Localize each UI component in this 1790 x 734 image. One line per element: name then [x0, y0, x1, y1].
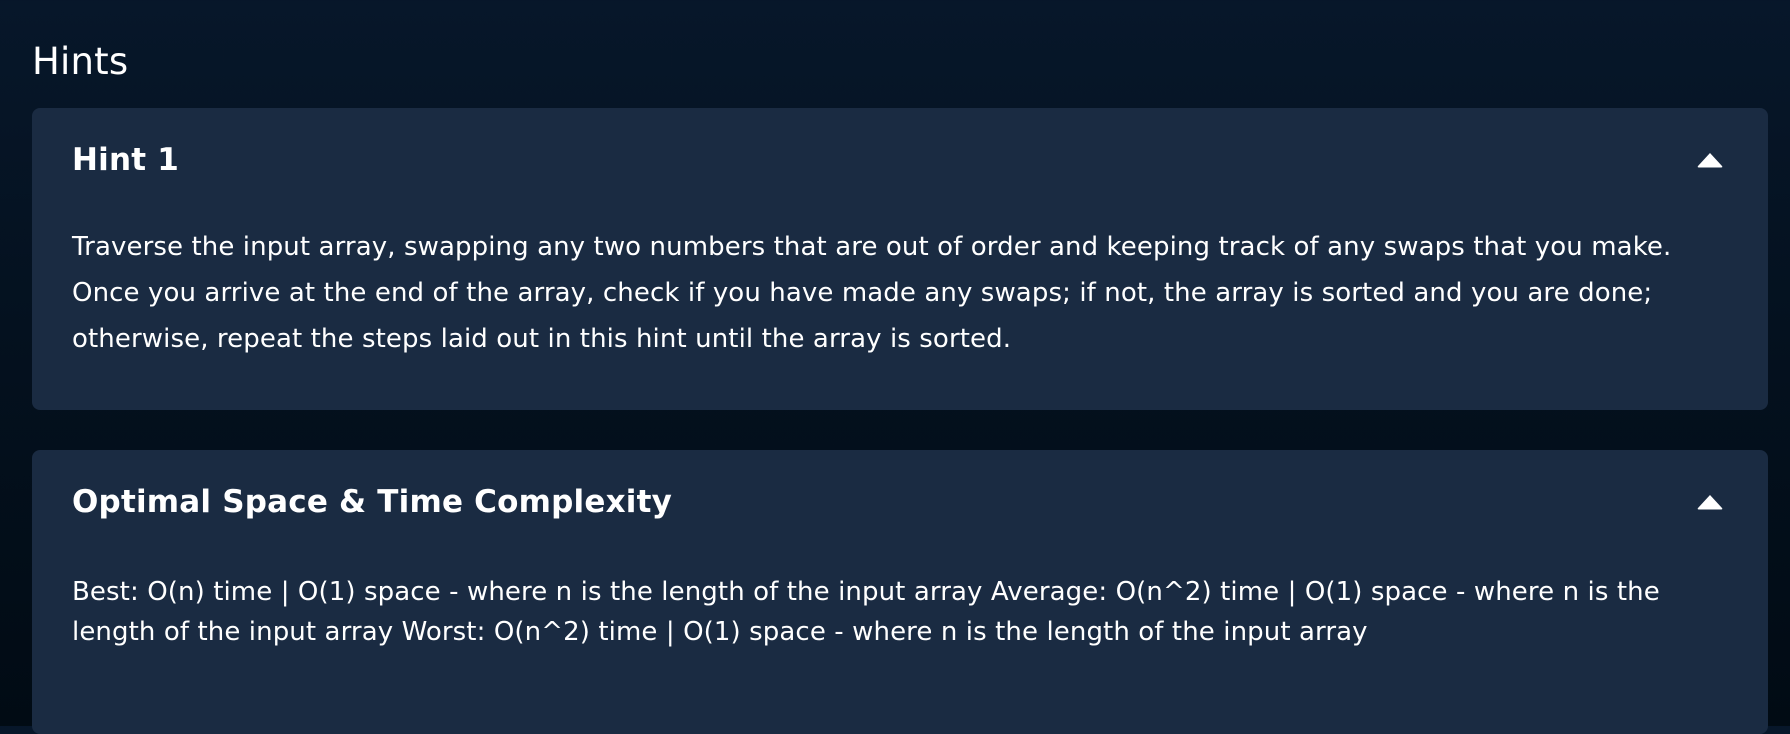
section-title: Hints	[32, 40, 129, 83]
complexity-title: Optimal Space & Time Complexity	[72, 484, 673, 520]
hint-1-header[interactable]: Hint 1	[72, 138, 1728, 182]
hints-section: Hints Hint 1 Traverse the input array, s…	[32, 40, 1768, 734]
complexity-body: Best: O(n) time | O(1) space - where n i…	[72, 577, 1660, 647]
caret-up-icon[interactable]	[1692, 484, 1728, 520]
hint-1-panel: Hint 1 Traverse the input array, swappin…	[32, 108, 1768, 410]
hint-1-body: Traverse the input array, swapping any t…	[72, 232, 1672, 354]
hint-1-title: Hint 1	[72, 142, 180, 178]
caret-up-icon-graphic	[1697, 153, 1723, 168]
caret-up-icon[interactable]	[1692, 142, 1728, 178]
complexity-panel: Optimal Space & Time Complexity Best: O(…	[32, 450, 1768, 734]
caret-up-icon-graphic	[1697, 495, 1723, 510]
complexity-header[interactable]: Optimal Space & Time Complexity	[72, 480, 1728, 524]
